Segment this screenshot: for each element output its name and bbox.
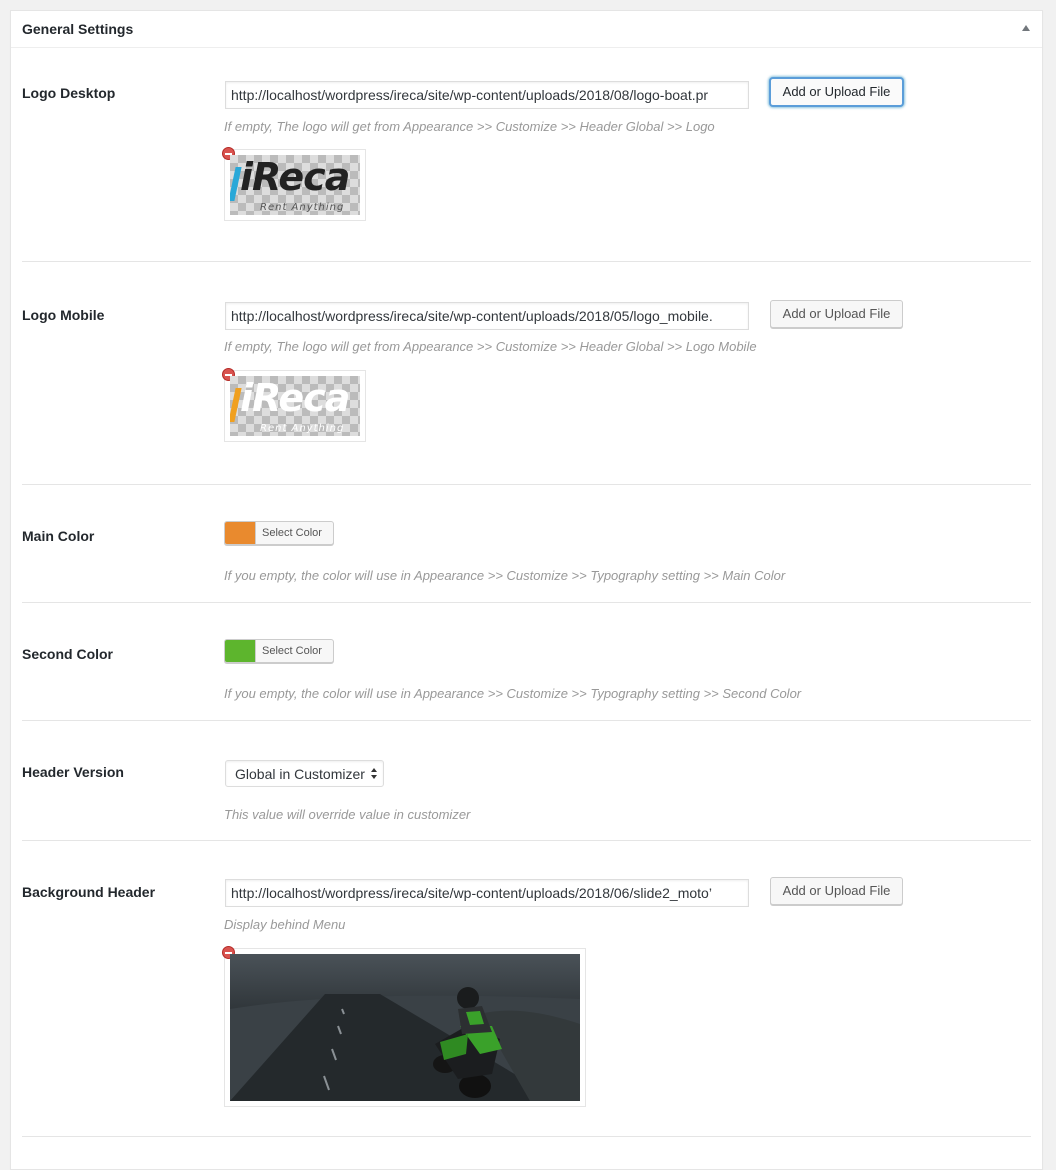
setting-row-main-color: Main Color Select Color If you empty, th… <box>22 486 1031 603</box>
logo-desktop-url-input[interactable]: http://localhost/wordpress/ireca/site/wp… <box>225 81 749 109</box>
setting-row-second-color: Second Color Select Color If you empty, … <box>22 604 1031 721</box>
second-color-button-label: Select Color <box>262 645 322 657</box>
background-header-url-input[interactable]: http://localhost/wordpress/ireca/site/wp… <box>225 879 749 907</box>
setting-row-logo-desktop: Logo Desktop http://localhost/wordpress/… <box>22 49 1031 262</box>
motorcycle-photo <box>230 954 580 1101</box>
logo-mobile-image: iReca Rent Anything <box>230 376 360 436</box>
setting-row-logo-mobile: Logo Mobile http://localhost/wordpress/i… <box>22 263 1031 485</box>
background-header-upload-button[interactable]: Add or Upload File <box>770 877 903 905</box>
main-color-button-label: Select Color <box>262 527 322 539</box>
main-color-label: Main Color <box>22 528 95 544</box>
logo-mobile-upload-button[interactable]: Add or Upload File <box>770 300 903 328</box>
logo-mobile-preview: iReca Rent Anything <box>222 368 366 442</box>
logo-mobile-url-input[interactable]: http://localhost/wordpress/ireca/site/wp… <box>225 302 749 330</box>
header-version-description: This value will override value in custom… <box>224 807 471 822</box>
logo-desktop-preview: iReca Rent Anything <box>222 147 366 221</box>
collapse-arrow-icon[interactable] <box>1022 25 1030 31</box>
second-color-picker-button[interactable]: Select Color <box>224 639 334 663</box>
header-version-selected-value: Global in Customizer <box>235 766 365 782</box>
setting-row-background-header: Background Header http://localhost/wordp… <box>22 842 1031 1137</box>
main-color-picker-button[interactable]: Select Color <box>224 521 334 545</box>
logo-desktop-tagline: Rent Anything <box>260 202 345 213</box>
background-header-preview <box>222 946 586 1107</box>
logo-mobile-description: If empty, The logo will get from Appeara… <box>224 339 757 354</box>
background-header-description: Display behind Menu <box>224 917 346 932</box>
second-color-label: Second Color <box>22 646 114 662</box>
second-color-description: If you empty, the color will use in Appe… <box>224 686 802 701</box>
logo-desktop-image: iReca Rent Anything <box>230 155 360 215</box>
select-arrows-icon <box>371 768 379 780</box>
background-header-image <box>230 954 580 1101</box>
header-version-label: Header Version <box>22 764 124 780</box>
logo-mobile-label: Logo Mobile <box>22 307 105 323</box>
logo-desktop-label: Logo Desktop <box>22 85 116 101</box>
general-settings-panel: General Settings Logo Desktop http://loc… <box>10 10 1043 1170</box>
main-color-description: If you empty, the color will use in Appe… <box>224 568 786 583</box>
logo-desktop-description: If empty, The logo will get from Appeara… <box>224 119 715 134</box>
logo-mobile-tagline: Rent Anything <box>260 423 345 434</box>
panel-header[interactable]: General Settings <box>11 11 1042 48</box>
setting-row-header-version: Header Version Global in Customizer This… <box>22 722 1031 841</box>
logo-mobile-word: iReca <box>240 376 350 420</box>
panel-title: General Settings <box>22 21 134 37</box>
second-color-swatch <box>225 640 256 662</box>
logo-desktop-upload-button[interactable]: Add or Upload File <box>770 78 903 106</box>
main-color-swatch <box>225 522 256 544</box>
background-header-label: Background Header <box>22 884 156 900</box>
header-version-select[interactable]: Global in Customizer <box>225 760 384 787</box>
logo-desktop-word: iReca <box>240 155 350 199</box>
